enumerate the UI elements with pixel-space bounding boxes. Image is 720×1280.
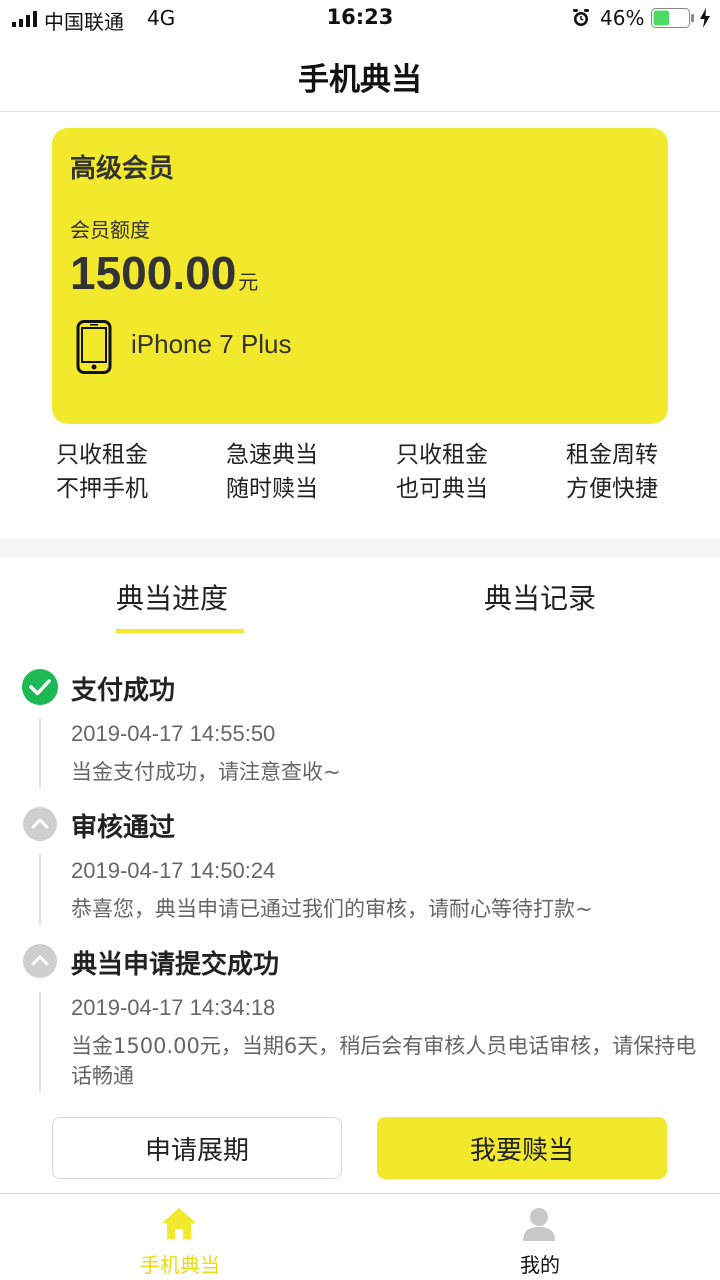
timeline-connector xyxy=(39,855,41,925)
feature-line: 不押手机 xyxy=(56,476,148,502)
device-name: iPhone 7 Plus xyxy=(131,329,292,359)
feature-item: 租金周转 方便快捷 xyxy=(566,438,720,506)
timeline-desc: 恭喜您，典当申请已通过我们的审核，请耐心等待打款~ xyxy=(71,897,593,921)
tab-label: 手机典当 xyxy=(140,1253,220,1277)
status-bar: 中国联通 4G 16:23 46% xyxy=(0,0,720,40)
tab-bar-top: 典当进度 典当记录 xyxy=(0,557,720,637)
timeline-desc: 当金支付成功，请注意查收~ xyxy=(71,760,341,784)
feature-line: 租金周转 xyxy=(566,442,658,468)
quota-amount: 1500.00 元 xyxy=(70,246,258,302)
quota-label: 会员额度 xyxy=(70,218,150,242)
bottom-tab-bar: 手机典当 我的 xyxy=(0,1193,720,1280)
apply-extension-button[interactable]: 申请展期 xyxy=(52,1117,342,1179)
timeline-desc: 当金1500.00元，当期6天，稍后会有审核人员电话审核，请保持电话畅通 xyxy=(71,1034,697,1088)
timeline-connector xyxy=(39,718,41,788)
member-card: 高级会员 会员额度 1500.00 元 iPhone 7 Plus xyxy=(52,128,668,424)
feature-line: 急速典当 xyxy=(226,442,318,468)
home-icon xyxy=(162,1208,196,1239)
feature-line: 方便快捷 xyxy=(566,476,658,502)
timeline-title: 支付成功 xyxy=(71,676,176,706)
timeline-time: 2019-04-17 14:55:50 xyxy=(71,721,276,746)
feature-item: 只收租金 也可典当 xyxy=(396,438,566,506)
quota-value: 1500.00 xyxy=(70,247,237,299)
phone-icon xyxy=(76,320,112,374)
timeline-title: 典当申请提交成功 xyxy=(71,950,280,980)
active-tab-indicator xyxy=(116,629,244,633)
section-divider xyxy=(0,539,720,557)
timeline-title: 审核通过 xyxy=(71,813,176,843)
chevron-up-icon xyxy=(23,944,57,978)
redeem-button[interactable]: 我要赎当 xyxy=(377,1117,667,1179)
check-icon xyxy=(22,669,58,705)
battery-icon xyxy=(651,8,694,28)
feature-line: 只收租金 xyxy=(56,442,148,468)
chevron-up-icon xyxy=(23,807,57,841)
tab-progress[interactable]: 典当进度 xyxy=(116,577,228,617)
feature-item: 急速典当 随时赎当 xyxy=(226,438,396,506)
user-icon xyxy=(523,1208,555,1241)
feature-item: 只收租金 不押手机 xyxy=(56,438,226,506)
tab-label: 我的 xyxy=(520,1253,560,1277)
nav-header: 手机典当 xyxy=(0,40,720,112)
feature-line: 只收租金 xyxy=(396,442,488,468)
timeline-time: 2019-04-17 14:34:18 xyxy=(71,995,276,1020)
timeline-connector xyxy=(39,992,41,1092)
tab-mine[interactable]: 我的 xyxy=(360,1194,720,1280)
feature-line: 随时赎当 xyxy=(226,476,318,502)
feature-list: 只收租金 不押手机 急速典当 随时赎当 只收租金 也可典当 租金周转 方便快捷 xyxy=(0,438,720,514)
battery-percent: 46% xyxy=(600,6,645,30)
alarm-icon xyxy=(573,9,589,26)
tab-pawn[interactable]: 手机典当 xyxy=(0,1194,360,1280)
page-title: 手机典当 xyxy=(298,62,422,98)
member-level: 高级会员 xyxy=(70,154,175,184)
feature-line: 也可典当 xyxy=(396,476,488,502)
charging-icon xyxy=(700,8,710,28)
quota-unit: 元 xyxy=(238,270,259,294)
tab-records[interactable]: 典当记录 xyxy=(484,577,596,617)
timeline-time: 2019-04-17 14:50:24 xyxy=(71,858,276,883)
